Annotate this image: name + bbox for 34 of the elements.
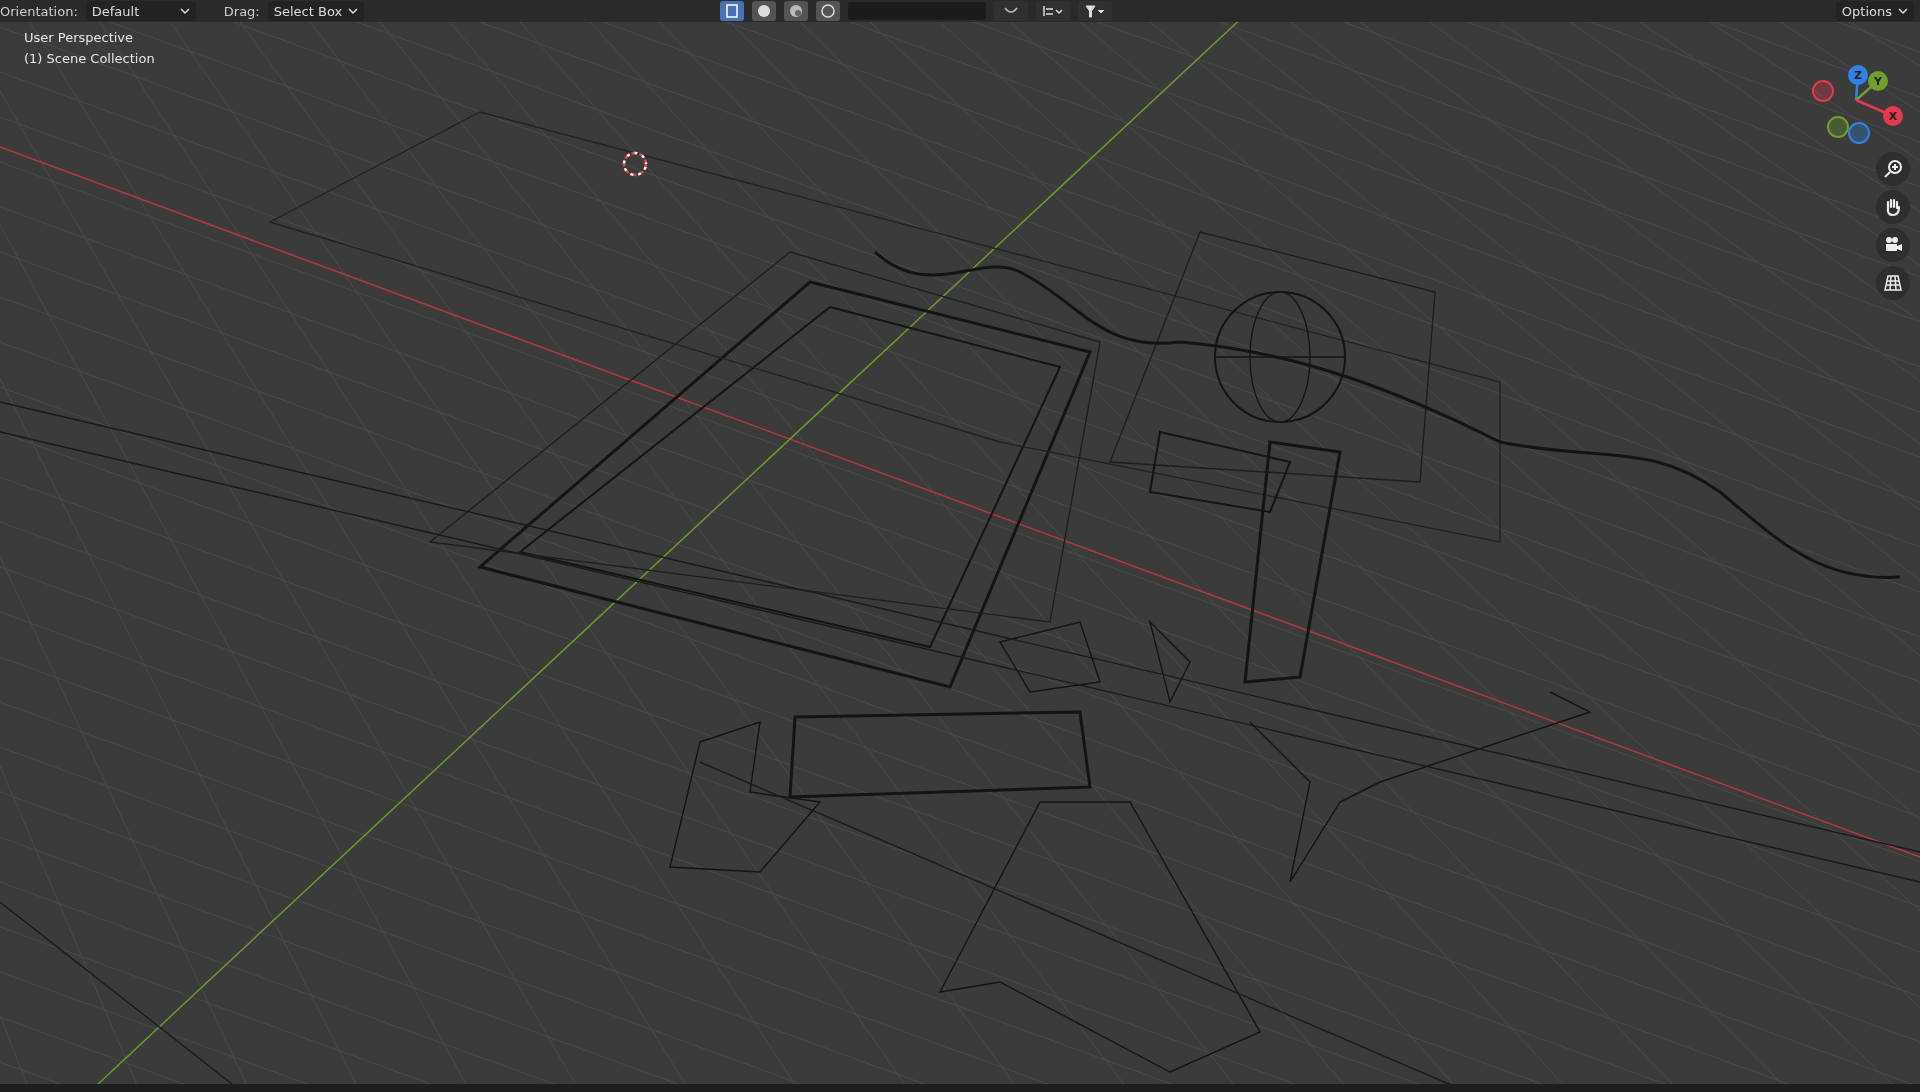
axis-handle[interactable]: X bbox=[1855, 98, 1903, 126]
negative-axis-handle[interactable] bbox=[1848, 122, 1870, 144]
chevron-down-icon bbox=[1898, 7, 1908, 15]
negative-axis-handle[interactable] bbox=[1827, 116, 1849, 138]
camera-view-button[interactable] bbox=[1876, 228, 1910, 262]
grid-icon bbox=[1883, 273, 1903, 293]
orientation-dropdown[interactable]: Default bbox=[85, 1, 196, 21]
shading-mode-button[interactable] bbox=[752, 1, 777, 21]
options-dropdown[interactable]: Options bbox=[1835, 1, 1914, 21]
wireframe-shading-icon bbox=[724, 3, 741, 19]
shading-mode-button[interactable] bbox=[784, 1, 809, 21]
shading-mode-button[interactable] bbox=[720, 1, 745, 21]
3d-cursor-icon bbox=[622, 151, 648, 177]
drag-label: Drag: bbox=[223, 3, 260, 19]
funnel-icon bbox=[1084, 4, 1107, 18]
collection-name: (1) Scene Collection bbox=[24, 51, 155, 66]
drag-dropdown[interactable]: Select Box bbox=[267, 1, 365, 21]
chevron-down-icon bbox=[179, 7, 190, 15]
perspective-toggle-button[interactable] bbox=[1876, 266, 1910, 300]
list-caret-icon bbox=[1042, 4, 1065, 18]
rendered-shading-icon bbox=[820, 3, 837, 19]
view-layer-button[interactable] bbox=[1036, 1, 1071, 21]
chevron-down-icon bbox=[348, 7, 359, 15]
view-name: User Perspective bbox=[24, 30, 135, 45]
zoom-button[interactable] bbox=[1876, 152, 1910, 186]
shading-mode-button[interactable] bbox=[816, 1, 841, 21]
filter-button[interactable] bbox=[1078, 1, 1113, 21]
negative-axis-handle[interactable] bbox=[1812, 80, 1834, 102]
overlay-toggle-button[interactable] bbox=[994, 1, 1029, 21]
orientation-label: Orientation: bbox=[0, 3, 78, 19]
zoom-icon bbox=[1883, 159, 1903, 179]
pan-button[interactable] bbox=[1876, 190, 1910, 224]
material-shading-icon bbox=[788, 3, 805, 19]
solid-shading-icon bbox=[756, 3, 773, 19]
